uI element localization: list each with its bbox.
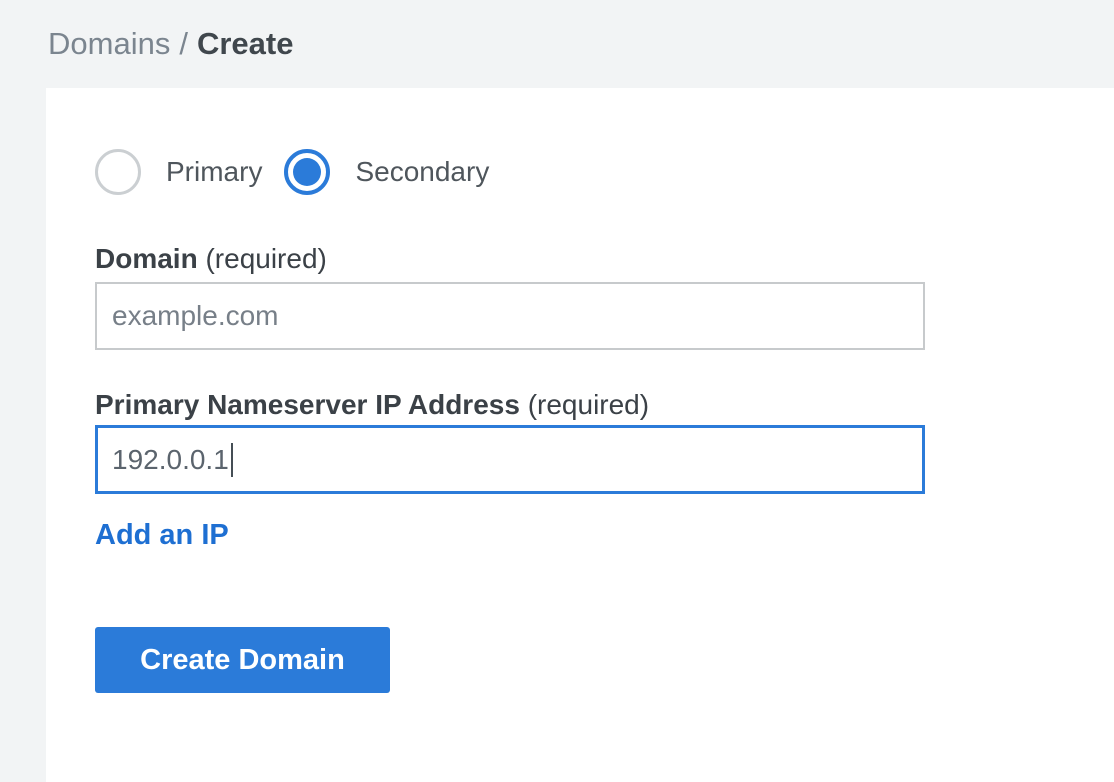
- radio-dot: [293, 158, 321, 186]
- breadcrumb-domains[interactable]: Domains: [48, 26, 170, 62]
- domain-input[interactable]: [95, 282, 925, 350]
- ip-label-text: Primary Nameserver IP Address: [95, 389, 520, 420]
- primary-ns-ip-input[interactable]: 192.0.0.1: [95, 425, 925, 494]
- domain-field-label: Domain (required): [95, 241, 1114, 277]
- domain-label-text: Domain: [95, 243, 198, 274]
- radio-option-primary[interactable]: Primary: [95, 149, 262, 195]
- radio-label-secondary: Secondary: [355, 156, 489, 188]
- radio-selected-icon[interactable]: [284, 149, 330, 195]
- add-an-ip-link[interactable]: Add an IP: [95, 518, 229, 552]
- ip-input-value: 192.0.0.1: [112, 444, 229, 476]
- text-caret: [231, 443, 233, 477]
- ip-field-label: Primary Nameserver IP Address (required): [95, 387, 1114, 423]
- create-domain-button[interactable]: Create Domain: [95, 627, 390, 693]
- domain-required-hint: (required): [205, 243, 326, 274]
- zone-type-radio-group: Primary Secondary: [95, 149, 1114, 195]
- create-domain-panel: Primary Secondary Domain (required) Prim…: [46, 88, 1114, 782]
- breadcrumb-create: Create: [197, 26, 294, 62]
- ip-required-hint: (required): [528, 389, 649, 420]
- breadcrumb: Domains / Create: [0, 0, 1114, 88]
- radio-option-secondary[interactable]: Secondary: [284, 149, 489, 195]
- radio-label-primary: Primary: [166, 156, 262, 188]
- radio-unselected-icon[interactable]: [95, 149, 141, 195]
- breadcrumb-separator: /: [179, 26, 188, 62]
